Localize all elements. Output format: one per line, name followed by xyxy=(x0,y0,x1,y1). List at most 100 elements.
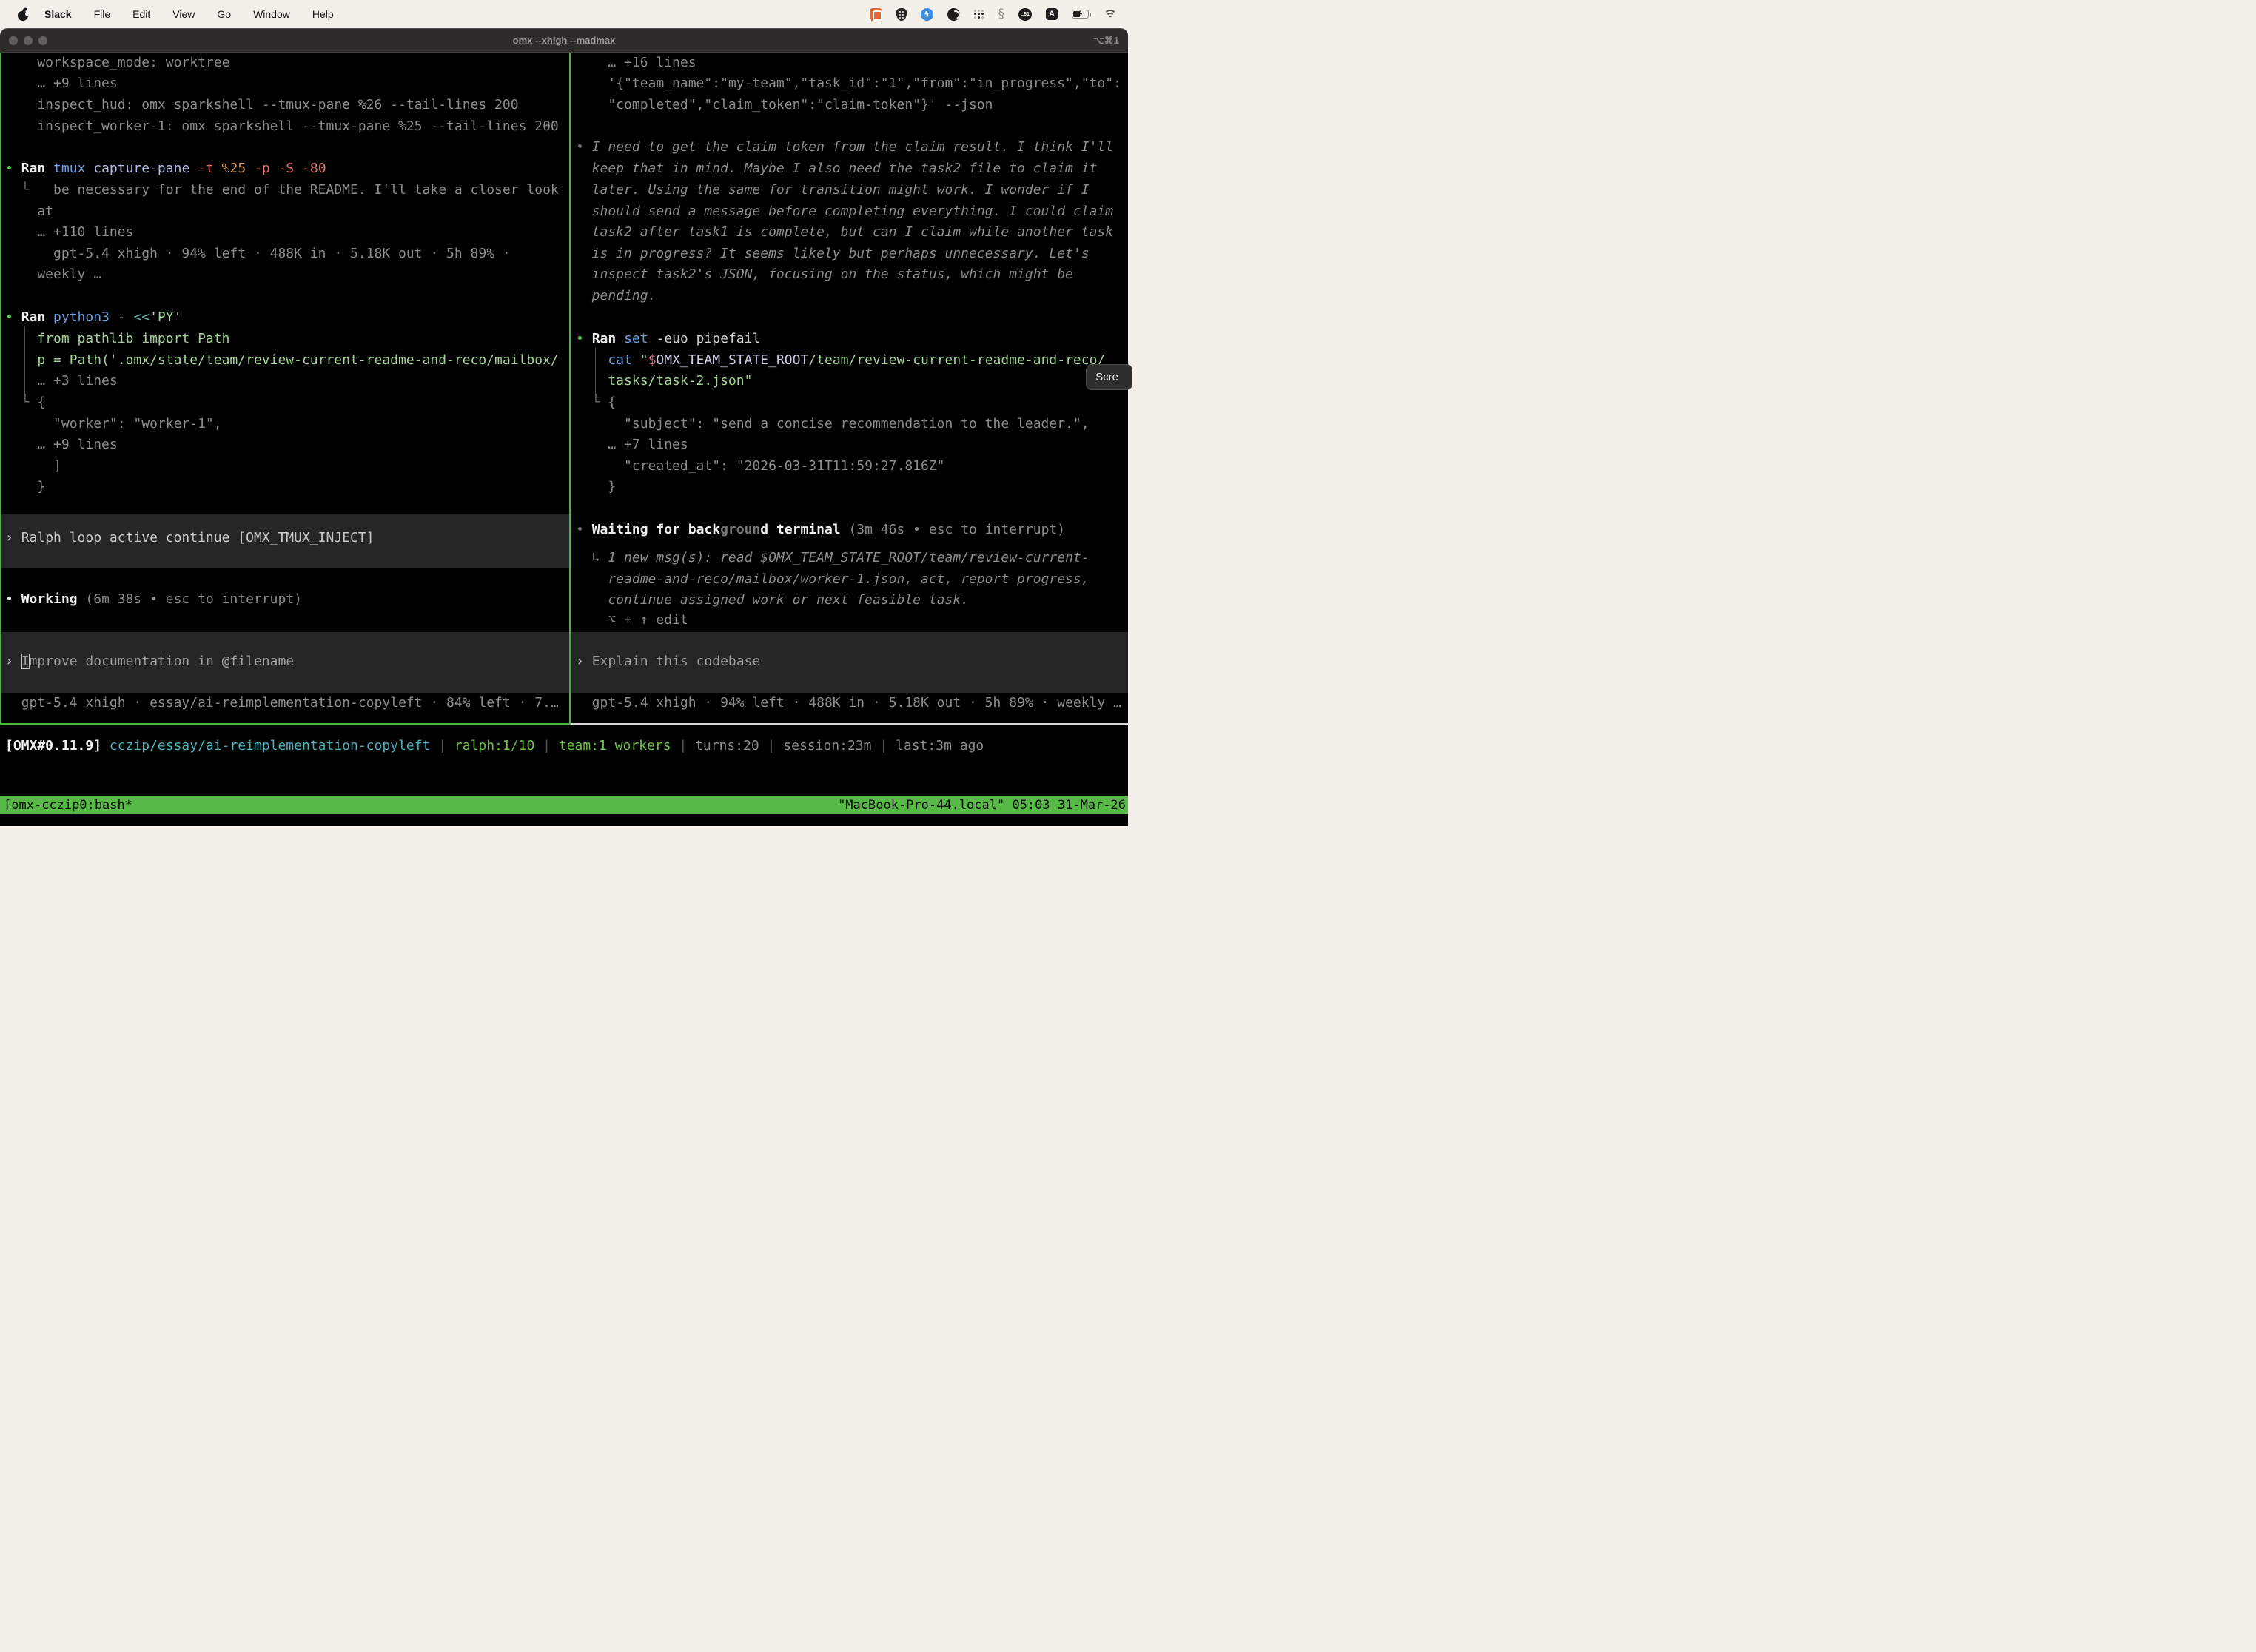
terminal-line: └ { xyxy=(5,392,45,413)
terminal-line: … +3 lines xyxy=(5,371,118,392)
terminal-line: continue assigned work or next feasible … xyxy=(576,590,969,611)
window-title: omx --xhigh --madmax xyxy=(0,35,1128,46)
terminal-line: '{"team_name":"my-team","task_id":"1","f… xyxy=(576,73,1121,94)
terminal-line: › Ralph loop active continue [OMX_TMUX_I… xyxy=(5,528,375,548)
terminal-line: later. Using the same for transition mig… xyxy=(576,180,1090,201)
terminal-line: inspect_worker-1: omx sparkshell --tmux-… xyxy=(5,116,559,137)
crescent-icon[interactable] xyxy=(947,8,960,21)
omx-session-time: session:23m xyxy=(783,738,871,753)
omx-team-workers: team:1 workers xyxy=(559,738,671,753)
pane-border-bottom-inactive xyxy=(571,723,1128,725)
shield-grid-icon[interactable] xyxy=(896,8,907,21)
omx-project-path: cczip/essay/ai-reimplementation-copyleft xyxy=(110,738,430,753)
window-shortcut-hint: ⌥⌘1 xyxy=(1093,35,1119,47)
terminal-line: } xyxy=(5,477,45,497)
terminal-line: gpt-5.4 xhigh · 94% left · 488K in · 5.1… xyxy=(576,693,1121,713)
terminal-line: … +16 lines xyxy=(576,53,696,73)
pane-border-left xyxy=(0,52,1,724)
menu-slack[interactable]: Slack xyxy=(44,8,72,20)
terminal-line: pending. xyxy=(576,286,656,306)
terminal-line: task2 after task1 is complete, but can I… xyxy=(576,222,1113,243)
omx-last-activity: last:3m ago xyxy=(896,738,984,753)
terminal-line: ⌥ + ↑ edit xyxy=(576,610,688,631)
omx-status-line: [OMX#0.11.9] cczip/essay/ai-reimplementa… xyxy=(5,736,984,756)
terminal-line: should send a message before completing … xyxy=(576,201,1113,222)
pane-worker[interactable]: workspace_mode: worktree … +9 lines insp… xyxy=(0,52,569,724)
terminal-line: └ { xyxy=(576,392,616,413)
count-badge-icon[interactable]: ..61 xyxy=(1018,8,1032,21)
input-source-icon[interactable]: A xyxy=(1046,8,1058,20)
separator: | xyxy=(679,738,687,753)
battery-icon[interactable]: ϟ xyxy=(1072,10,1089,19)
pane-border-bottom-active xyxy=(0,723,571,725)
terminal-line: keep that in mind. Maybe I also need the… xyxy=(576,158,1097,179)
omx-version: [OMX#0.11.9] xyxy=(5,738,101,753)
terminal-top-border xyxy=(0,52,1128,53)
terminal-line: … +9 lines xyxy=(5,434,118,455)
terminal-line: is in progress? It seems likely but perh… xyxy=(576,244,1090,264)
terminal-line: • I need to get the claim token from the… xyxy=(576,137,1113,158)
terminal-line: • Waiting for background terminal (3m 46… xyxy=(576,520,1065,540)
battery-bolt-icon: ϟ xyxy=(1072,10,1088,18)
menu-bar: Slack File Edit View Go Window Help ϟ § ..61 A… xyxy=(0,0,1128,28)
menu-help[interactable]: Help xyxy=(312,8,334,20)
terminal-line: • Ran set -euo pipefail xyxy=(576,329,760,349)
apple-menu-icon[interactable] xyxy=(18,8,28,21)
terminal-line: p = Path('.omx/state/team/review-current… xyxy=(5,350,559,371)
terminal-line: gpt-5.4 xhigh · 94% left · 488K in · 5.1… xyxy=(5,244,511,264)
pane-hud[interactable]: … +16 lines '{"team_name":"my-team","tas… xyxy=(571,52,1128,724)
lightning-circle-icon[interactable]: ϟ xyxy=(921,8,933,21)
terminal-line: "completed","claim_token":"claim-token"}… xyxy=(576,95,993,115)
omx-turns: turns:20 xyxy=(695,738,759,753)
terminal-line: "created_at": "2026-03-31T11:59:27.816Z" xyxy=(576,456,945,477)
terminal-line: inspect_hud: omx sparkshell --tmux-pane … xyxy=(5,95,519,115)
menu-items: Slack File Edit View Go Window Help xyxy=(44,8,334,20)
terminal-line: "subject": "send a concise recommendatio… xyxy=(576,414,1090,434)
tmux-host-clock: "MacBook-Pro-44.local" 05:03 31-Mar-26 xyxy=(838,796,1126,814)
terminal-line: readme-and-reco/mailbox/worker-1.json, a… xyxy=(576,569,1090,590)
terminal-line: tasks/task-2.json" xyxy=(576,371,752,392)
terminal[interactable]: workspace_mode: worktree … +9 lines insp… xyxy=(0,52,1128,796)
screenshot-tooltip: Scre xyxy=(1086,364,1132,390)
terminal-line: › Explain this codebase xyxy=(576,651,760,672)
window-title-bar[interactable]: omx --xhigh --madmax ⌥⌘1 xyxy=(0,28,1128,52)
terminal-line: weekly … xyxy=(5,264,101,285)
pane-divider[interactable] xyxy=(569,52,571,724)
terminal-line: • Working (6m 38s • esc to interrupt) xyxy=(5,589,302,610)
separator: | xyxy=(879,738,887,753)
dots-grid-icon[interactable] xyxy=(974,9,984,19)
terminal-line: … +9 lines xyxy=(5,73,118,94)
menu-status-icons: ϟ § ..61 A ϟ xyxy=(870,0,1118,28)
terminal-line: › Improve documentation in @filename xyxy=(5,651,294,672)
terminal-line: at xyxy=(5,201,53,222)
wifi-icon[interactable] xyxy=(1103,9,1118,20)
terminal-line: • Ran python3 - <<'PY' xyxy=(5,307,181,328)
terminal-line: └ be necessary for the end of the README… xyxy=(5,180,559,201)
terminal-line: inspect task2's JSON, focusing on the st… xyxy=(576,264,1073,285)
menu-window[interactable]: Window xyxy=(253,8,290,20)
terminal-line: • Ran tmux capture-pane -t %25 -p -S -80 xyxy=(5,158,326,179)
separator: | xyxy=(438,738,446,753)
terminal-line: cat "$OMX_TEAM_STATE_ROOT/team/review-cu… xyxy=(576,350,1105,371)
window-footer xyxy=(0,814,1128,826)
menu-go[interactable]: Go xyxy=(217,8,231,20)
tmux-session-window[interactable]: [omx-cczip0:bash* xyxy=(4,796,132,814)
separator: | xyxy=(768,738,776,753)
separator: | xyxy=(543,738,551,753)
menu-file[interactable]: File xyxy=(94,8,111,20)
terminal-line: ↳ 1 new msg(s): read $OMX_TEAM_STATE_ROO… xyxy=(576,548,1090,568)
menu-view[interactable]: View xyxy=(172,8,195,20)
menu-edit[interactable]: Edit xyxy=(132,8,150,20)
terminal-line: "worker": "worker-1", xyxy=(5,414,222,434)
chat-app-icon[interactable] xyxy=(870,8,882,20)
terminal-line: … +7 lines xyxy=(576,434,688,455)
terminal-line: gpt-5.4 xhigh · essay/ai-reimplementatio… xyxy=(5,693,559,713)
terminal-line: from pathlib import Path xyxy=(5,329,229,349)
tmux-status-bar: [omx-cczip0:bash* "MacBook-Pro-44.local"… xyxy=(0,796,1128,814)
terminal-line: ] xyxy=(5,456,61,477)
terminal-line: workspace_mode: worktree xyxy=(5,53,229,73)
omx-ralph-counter: ralph:1/10 xyxy=(454,738,534,753)
squiggle-icon[interactable]: § xyxy=(998,8,1005,21)
terminal-line: } xyxy=(576,477,616,497)
terminal-line: … +110 lines xyxy=(5,222,133,243)
